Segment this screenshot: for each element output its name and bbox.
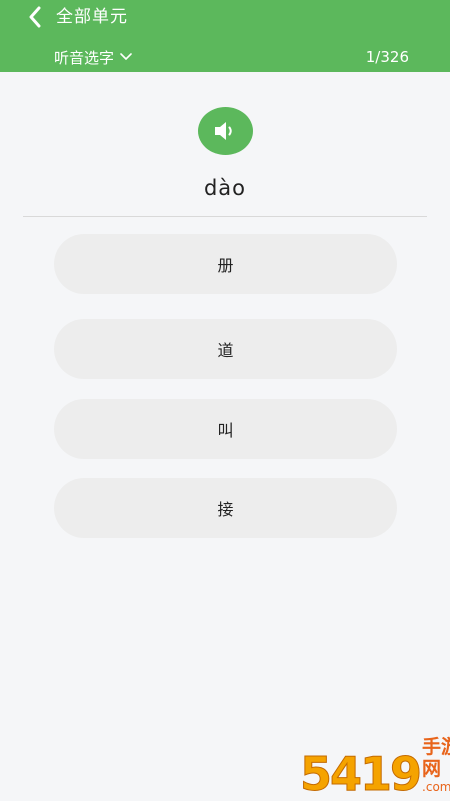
page-title: 全部单元 bbox=[56, 7, 128, 27]
chevron-down-icon bbox=[119, 52, 133, 62]
back-button[interactable] bbox=[22, 4, 48, 30]
speaker-icon bbox=[214, 122, 232, 140]
option-button-2[interactable]: 道 bbox=[54, 319, 397, 379]
play-audio-button[interactable] bbox=[198, 107, 253, 155]
mode-selector[interactable]: 听音选字 bbox=[54, 46, 133, 68]
watermark-url: .com.cn bbox=[422, 780, 450, 794]
progress-counter: 1/326 bbox=[365, 48, 409, 66]
header-bar: 全部单元 听音选字 1/326 bbox=[0, 0, 450, 72]
watermark-text: 手游网 bbox=[422, 736, 450, 780]
divider bbox=[23, 216, 427, 217]
watermark-number: 5419 bbox=[299, 747, 422, 801]
option-button-4[interactable]: 接 bbox=[54, 478, 397, 538]
chevron-left-icon bbox=[29, 6, 41, 28]
option-button-1[interactable]: 册 bbox=[54, 234, 397, 294]
pinyin-prompt: dào bbox=[203, 176, 247, 200]
mode-label: 听音选字 bbox=[54, 48, 115, 67]
watermark-logo: 5419 手游网 .com.cn bbox=[299, 736, 450, 801]
option-button-3[interactable]: 叫 bbox=[54, 399, 397, 459]
